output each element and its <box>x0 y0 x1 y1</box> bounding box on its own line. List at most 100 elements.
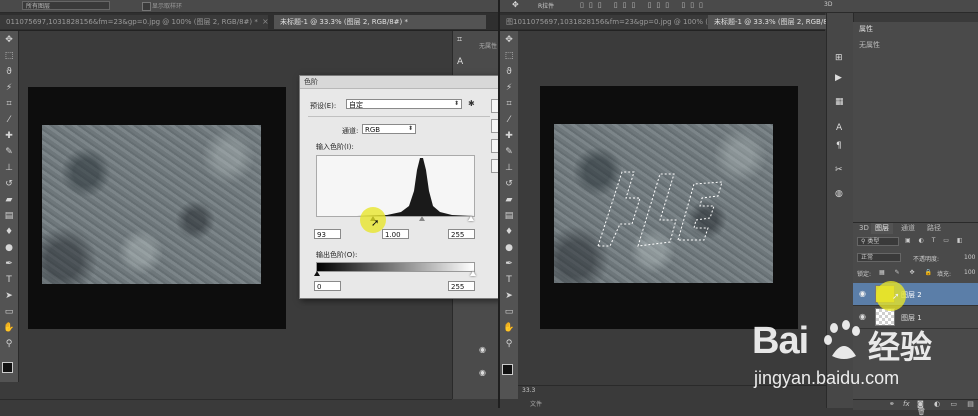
tab-untitled[interactable]: 未标题-1 @ 33.3% (图层 2, RGB/8#) * <box>274 15 486 29</box>
input-black-field[interactable]: 93 <box>314 229 341 239</box>
dodge-icon[interactable]: ● <box>3 243 15 254</box>
tab-paths[interactable]: 路径 <box>923 223 945 234</box>
path-select-icon[interactable]: ➤ <box>3 291 15 302</box>
align-icons[interactable]: ▯▯▯ ▯▯▯ ▯▯▯ ▯▯▯ <box>580 1 708 9</box>
filter-kind-select[interactable]: ⚲ 类型 <box>857 237 899 246</box>
right-history-brush-icon[interactable]: ↺ <box>503 179 515 190</box>
output-white-slider[interactable] <box>470 271 476 276</box>
tools-panel-icon[interactable]: ✂ <box>835 165 843 175</box>
zoom-icon[interactable]: ⚲ <box>3 339 15 350</box>
history-panel-icon[interactable]: ⊞ <box>835 53 843 63</box>
blend-mode-select[interactable]: 正常 <box>857 253 901 262</box>
paragraph-panel-icon[interactable]: ¶ <box>836 141 842 151</box>
output-white-field[interactable]: 255 <box>448 281 475 291</box>
magic-wand-icon[interactable]: ⚡ <box>3 83 15 94</box>
output-black-field[interactable]: 0 <box>314 281 341 291</box>
eye-icon[interactable]: ◉ <box>479 345 486 354</box>
right-gradient-icon[interactable]: ▤ <box>503 211 515 222</box>
right-lasso-icon[interactable]: ϑ <box>503 67 515 78</box>
right-type-icon[interactable]: T <box>503 275 515 286</box>
right-marquee-icon[interactable]: ⬚ <box>503 51 515 62</box>
input-white-slider[interactable] <box>468 216 474 221</box>
preset-select[interactable]: 自定 <box>346 99 462 109</box>
move-tool-option-icon[interactable]: ✥ <box>512 0 519 9</box>
input-gamma-field[interactable]: 1.00 <box>382 229 409 239</box>
workspace-3d-label[interactable]: 3D <box>824 1 832 8</box>
eraser-icon[interactable]: ▰ <box>3 195 15 206</box>
tab-source-image[interactable]: 011075697,1031828156&fm=23&gp=0.jpg @ 10… <box>0 15 268 29</box>
move-icon[interactable]: ✥ <box>3 35 15 46</box>
levels-dialog-title: 色阶 <box>300 76 499 89</box>
show-ring-label: 显示取样环 <box>152 3 183 10</box>
layer-cursor-highlight <box>876 281 906 311</box>
right-eyedropper-icon[interactable]: ⁄ <box>503 115 515 126</box>
fill-value[interactable]: 100 <box>964 269 975 276</box>
right-hand-icon[interactable]: ✋ <box>503 323 515 334</box>
history-brush-icon[interactable]: ↺ <box>3 179 15 190</box>
swatches-panel-icon[interactable]: ▦ <box>835 97 844 107</box>
navigator-panel-icon[interactable]: ◍ <box>835 189 843 199</box>
actions-panel-icon[interactable]: ▶ <box>835 73 842 83</box>
filter-icons[interactable]: ▣ ◐ T ▭ ◧ <box>905 237 966 244</box>
healing-icon[interactable]: ✚ <box>3 131 15 142</box>
right-zoom-icon[interactable]: ⚲ <box>503 339 515 350</box>
output-levels-label: 输出色阶(O): <box>316 251 358 259</box>
right-magic-wand-icon[interactable]: ⚡ <box>503 83 515 94</box>
hand-icon[interactable]: ✋ <box>3 323 15 334</box>
preset-options-gear-icon[interactable]: ✱ <box>468 99 475 108</box>
marquee-icon[interactable]: ⬚ <box>3 51 15 62</box>
eye-icon-2[interactable]: ◉ <box>479 368 486 377</box>
input-gamma-slider[interactable] <box>419 216 425 221</box>
zoom-readout[interactable]: 33.3 <box>522 387 535 394</box>
right-pen-icon[interactable]: ✒ <box>503 259 515 270</box>
output-black-slider[interactable] <box>314 271 320 276</box>
auto-select-label: R拉件 <box>538 3 555 10</box>
sample-select[interactable]: 所有图层 <box>22 1 110 10</box>
input-white-field[interactable]: 255 <box>448 229 475 239</box>
lock-icons[interactable]: ▦ ✎ ✥ 🔒 <box>879 269 936 276</box>
tab-layers[interactable]: 图层 <box>871 223 893 234</box>
brush-preset-icon[interactable]: ⌗ <box>457 35 462 45</box>
right-toolbar: ✥ ⬚ ϑ ⚡ ⌗ ⁄ ✚ ✎ ⊥ ↺ ▰ ▤ ♦ ● ✒ T ➤ ▭ ✋ ⚲ <box>500 31 519 399</box>
tab-close-icon[interactable]: × <box>262 17 269 26</box>
layer-row-2[interactable]: ◉ 图层 2 <box>853 283 978 306</box>
right-crop-icon[interactable]: ⌗ <box>503 99 515 110</box>
right-eraser-icon[interactable]: ▰ <box>503 195 515 206</box>
show-ring-checkbox[interactable] <box>142 2 151 11</box>
stamp-icon[interactable]: ⊥ <box>3 163 15 174</box>
character-icon[interactable]: A <box>457 57 463 67</box>
footer-icons[interactable]: ◙ ◐ ▭ ▤ 🗑 <box>917 400 978 416</box>
filter-kind-label: 类型 <box>867 238 880 245</box>
baidu-brand-suffix: 经验 <box>868 328 933 366</box>
right-blur-icon[interactable]: ♦ <box>503 227 515 238</box>
crop-icon[interactable]: ⌗ <box>3 99 15 110</box>
right-move-icon[interactable]: ✥ <box>503 35 515 46</box>
blur-icon[interactable]: ♦ <box>3 227 15 238</box>
right-tab-untitled[interactable]: 未标题-1 @ 33.3% (图层 2, RGB/8#) * <box>708 15 828 29</box>
right-shape-icon[interactable]: ▭ <box>503 307 515 318</box>
foreground-color-icon[interactable] <box>2 362 13 373</box>
opacity-value[interactable]: 100 <box>964 254 975 261</box>
gradient-icon[interactable]: ▤ <box>3 211 15 222</box>
lasso-icon[interactable]: ϑ <box>3 67 15 78</box>
left-stone-image <box>42 125 261 284</box>
eyedropper-icon[interactable]: ⁄ <box>3 115 15 126</box>
mini-panel-label: 无属性 <box>479 43 498 50</box>
shape-icon[interactable]: ▭ <box>3 307 15 318</box>
right-healing-icon[interactable]: ✚ <box>503 131 515 142</box>
right-dodge-icon[interactable]: ● <box>503 243 515 254</box>
left-tab-bar: 011075697,1031828156&fm=23&gp=0.jpg @ 10… <box>0 13 498 31</box>
right-foreground-color-icon[interactable] <box>502 364 513 375</box>
brush-icon[interactable]: ✎ <box>3 147 15 158</box>
right-path-select-icon[interactable]: ➤ <box>503 291 515 302</box>
right-brush-icon[interactable]: ✎ <box>503 147 515 158</box>
baidu-watermark: Bai 经验 jingyan.baidu.com <box>752 312 952 402</box>
layer-2-visibility-eye-icon[interactable]: ◉ <box>859 289 866 298</box>
histogram <box>316 155 475 217</box>
right-tab-source-image[interactable]: 图1011075697,1031828156&fm=23&gp=0.jpg @ … <box>500 15 712 29</box>
character-panel-icon[interactable]: A <box>836 123 842 133</box>
tab-channels[interactable]: 通道 <box>897 223 919 234</box>
pen-icon[interactable]: ✒ <box>3 259 15 270</box>
type-icon[interactable]: T <box>3 275 15 286</box>
right-stamp-icon[interactable]: ⊥ <box>503 163 515 174</box>
